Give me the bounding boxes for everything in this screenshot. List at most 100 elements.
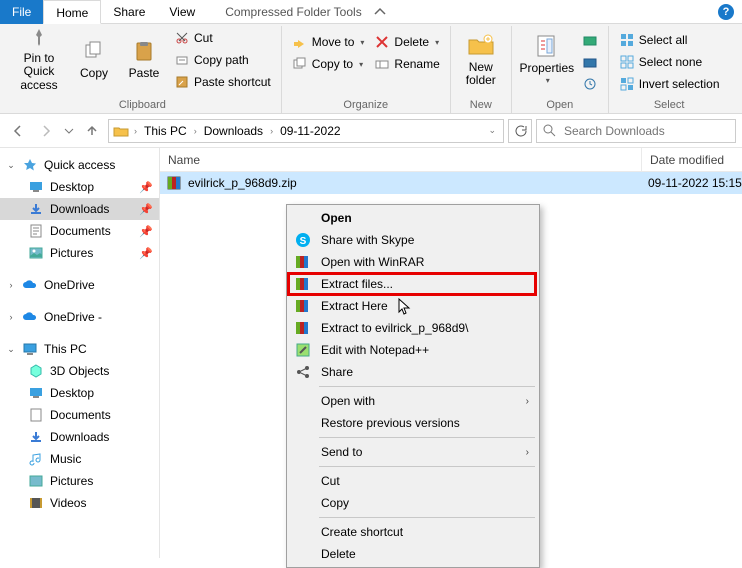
ctx-restore-previous[interactable]: Restore previous versions: [289, 412, 537, 434]
column-name[interactable]: Name: [160, 148, 642, 171]
group-open-label: Open: [518, 99, 602, 113]
chevron-down-icon[interactable]: ⌄: [6, 344, 16, 355]
properties-button[interactable]: Properties ▾: [518, 26, 576, 92]
ctx-create-shortcut[interactable]: Create shortcut: [289, 521, 537, 543]
cut-button[interactable]: Cut: [170, 28, 275, 48]
rename-icon: [374, 56, 390, 72]
column-header: Name Date modified: [160, 148, 742, 172]
open-button-ribbon[interactable]: [578, 30, 602, 50]
search-input[interactable]: [562, 123, 729, 139]
up-button[interactable]: [80, 119, 104, 143]
group-organize-label: Organize: [288, 99, 444, 113]
tree-item-pc-pictures[interactable]: Pictures: [0, 470, 159, 492]
breadcrumb-item[interactable]: 09-11-2022: [278, 124, 343, 138]
ctx-share-skype[interactable]: S Share with Skype: [289, 229, 537, 251]
refresh-button[interactable]: [508, 119, 532, 143]
history-button-ribbon[interactable]: [578, 74, 602, 94]
tree-item-pc-documents[interactable]: Documents: [0, 404, 159, 426]
tree-item-desktop[interactable]: Desktop 📌: [0, 176, 159, 198]
tree-quick-access[interactable]: ⌄ Quick access: [0, 154, 159, 176]
ctx-cut[interactable]: Cut: [289, 470, 537, 492]
select-none-icon: [619, 54, 635, 70]
tree-label: Quick access: [44, 158, 115, 172]
column-date-modified[interactable]: Date modified: [642, 148, 742, 171]
collapse-ribbon-icon[interactable]: [374, 6, 386, 18]
tab-compressed-folder-tools[interactable]: Compressed Folder Tools: [213, 0, 374, 24]
paste-shortcut-label: Paste shortcut: [194, 75, 271, 89]
ctx-delete[interactable]: Delete: [289, 543, 537, 565]
ctx-open-winrar[interactable]: Open with WinRAR: [289, 251, 537, 273]
svg-text:S: S: [300, 236, 307, 247]
paste-button[interactable]: Paste: [120, 26, 168, 92]
copy-button[interactable]: Copy: [70, 26, 118, 92]
paste-shortcut-button[interactable]: Paste shortcut: [170, 72, 275, 92]
context-menu: Open S Share with Skype Open with WinRAR…: [286, 204, 540, 568]
breadcrumb-item[interactable]: Downloads: [202, 124, 265, 138]
ctx-extract-files[interactable]: Extract files...: [289, 273, 537, 295]
tree-label: Music: [50, 452, 81, 466]
tree-item-pc-videos[interactable]: Videos: [0, 492, 159, 514]
search-box[interactable]: [536, 119, 736, 143]
ctx-send-to[interactable]: Send to›: [289, 441, 537, 463]
ctx-separator: [319, 437, 535, 438]
new-folder-button[interactable]: New folder: [457, 26, 505, 92]
tree-item-pc-desktop[interactable]: Desktop: [0, 382, 159, 404]
ctx-extract-to[interactable]: Extract to evilrick_p_968d9\: [289, 317, 537, 339]
tree-item-documents[interactable]: Documents 📌: [0, 220, 159, 242]
tree-item-pictures[interactable]: Pictures 📌: [0, 242, 159, 264]
tab-view[interactable]: View: [157, 0, 207, 24]
address-bar[interactable]: › This PC › Downloads › 09-11-2022 ⌄: [108, 119, 504, 143]
back-button[interactable]: [6, 119, 30, 143]
file-row[interactable]: evilrick_p_968d9.zip 09-11-2022 15:15: [160, 172, 742, 194]
group-select: Select all Select none Invert selection …: [609, 26, 730, 113]
group-open: Properties ▾: [512, 26, 609, 113]
videos-icon: [28, 495, 44, 511]
breadcrumb-separator[interactable]: ›: [131, 126, 140, 136]
breadcrumb-separator[interactable]: ›: [191, 126, 200, 136]
share-icon: [293, 364, 313, 380]
pin-icon: 📌: [139, 247, 153, 260]
select-all-button[interactable]: Select all: [615, 30, 724, 50]
copy-to-button[interactable]: Copy to ▾: [288, 54, 369, 74]
winrar-icon: [293, 276, 313, 292]
copy-path-button[interactable]: Copy path: [170, 50, 275, 70]
select-all-label: Select all: [639, 33, 688, 47]
tree-label: Documents: [50, 224, 111, 238]
ctx-edit-notepadpp[interactable]: Edit with Notepad++: [289, 339, 537, 361]
tab-home[interactable]: Home: [43, 0, 101, 24]
tree-item-downloads[interactable]: Downloads 📌: [0, 198, 159, 220]
breadcrumb-separator[interactable]: ›: [267, 126, 276, 136]
ctx-copy[interactable]: Copy: [289, 492, 537, 514]
invert-selection-icon: [619, 76, 635, 92]
tree-item-pc-downloads[interactable]: Downloads: [0, 426, 159, 448]
properties-icon: [533, 32, 561, 60]
tree-onedrive-2[interactable]: › OneDrive -: [0, 306, 159, 328]
edit-button-ribbon[interactable]: [578, 52, 602, 72]
delete-button[interactable]: Delete ▾: [370, 32, 443, 52]
tree-onedrive[interactable]: › OneDrive: [0, 274, 159, 296]
tab-file[interactable]: File: [0, 0, 43, 24]
chevron-right-icon[interactable]: ›: [6, 280, 16, 290]
tree-item-3d-objects[interactable]: 3D Objects: [0, 360, 159, 382]
ctx-share[interactable]: Share: [289, 361, 537, 383]
tab-share[interactable]: Share: [101, 0, 157, 24]
chevron-down-icon[interactable]: ⌄: [485, 125, 499, 136]
tree-this-pc[interactable]: ⌄ This PC: [0, 338, 159, 360]
recent-locations-button[interactable]: [62, 119, 76, 143]
ctx-open[interactable]: Open: [289, 207, 537, 229]
invert-selection-button[interactable]: Invert selection: [615, 74, 724, 94]
chevron-right-icon[interactable]: ›: [6, 312, 16, 322]
copy-path-icon: [174, 52, 190, 68]
chevron-down-icon[interactable]: ⌄: [6, 160, 16, 171]
ctx-open-with[interactable]: Open with›: [289, 390, 537, 412]
select-none-button[interactable]: Select none: [615, 52, 724, 72]
cloud-icon: [22, 277, 38, 293]
breadcrumb-item[interactable]: This PC: [142, 124, 189, 138]
move-to-button[interactable]: Move to ▾: [288, 32, 369, 52]
help-icon[interactable]: ?: [718, 4, 734, 20]
forward-button[interactable]: [34, 119, 58, 143]
pin-to-quick-access-button[interactable]: Pin to Quick access: [10, 26, 68, 92]
rename-button[interactable]: Rename: [370, 54, 443, 74]
tree-item-pc-music[interactable]: Music: [0, 448, 159, 470]
ctx-extract-here[interactable]: Extract Here: [289, 295, 537, 317]
